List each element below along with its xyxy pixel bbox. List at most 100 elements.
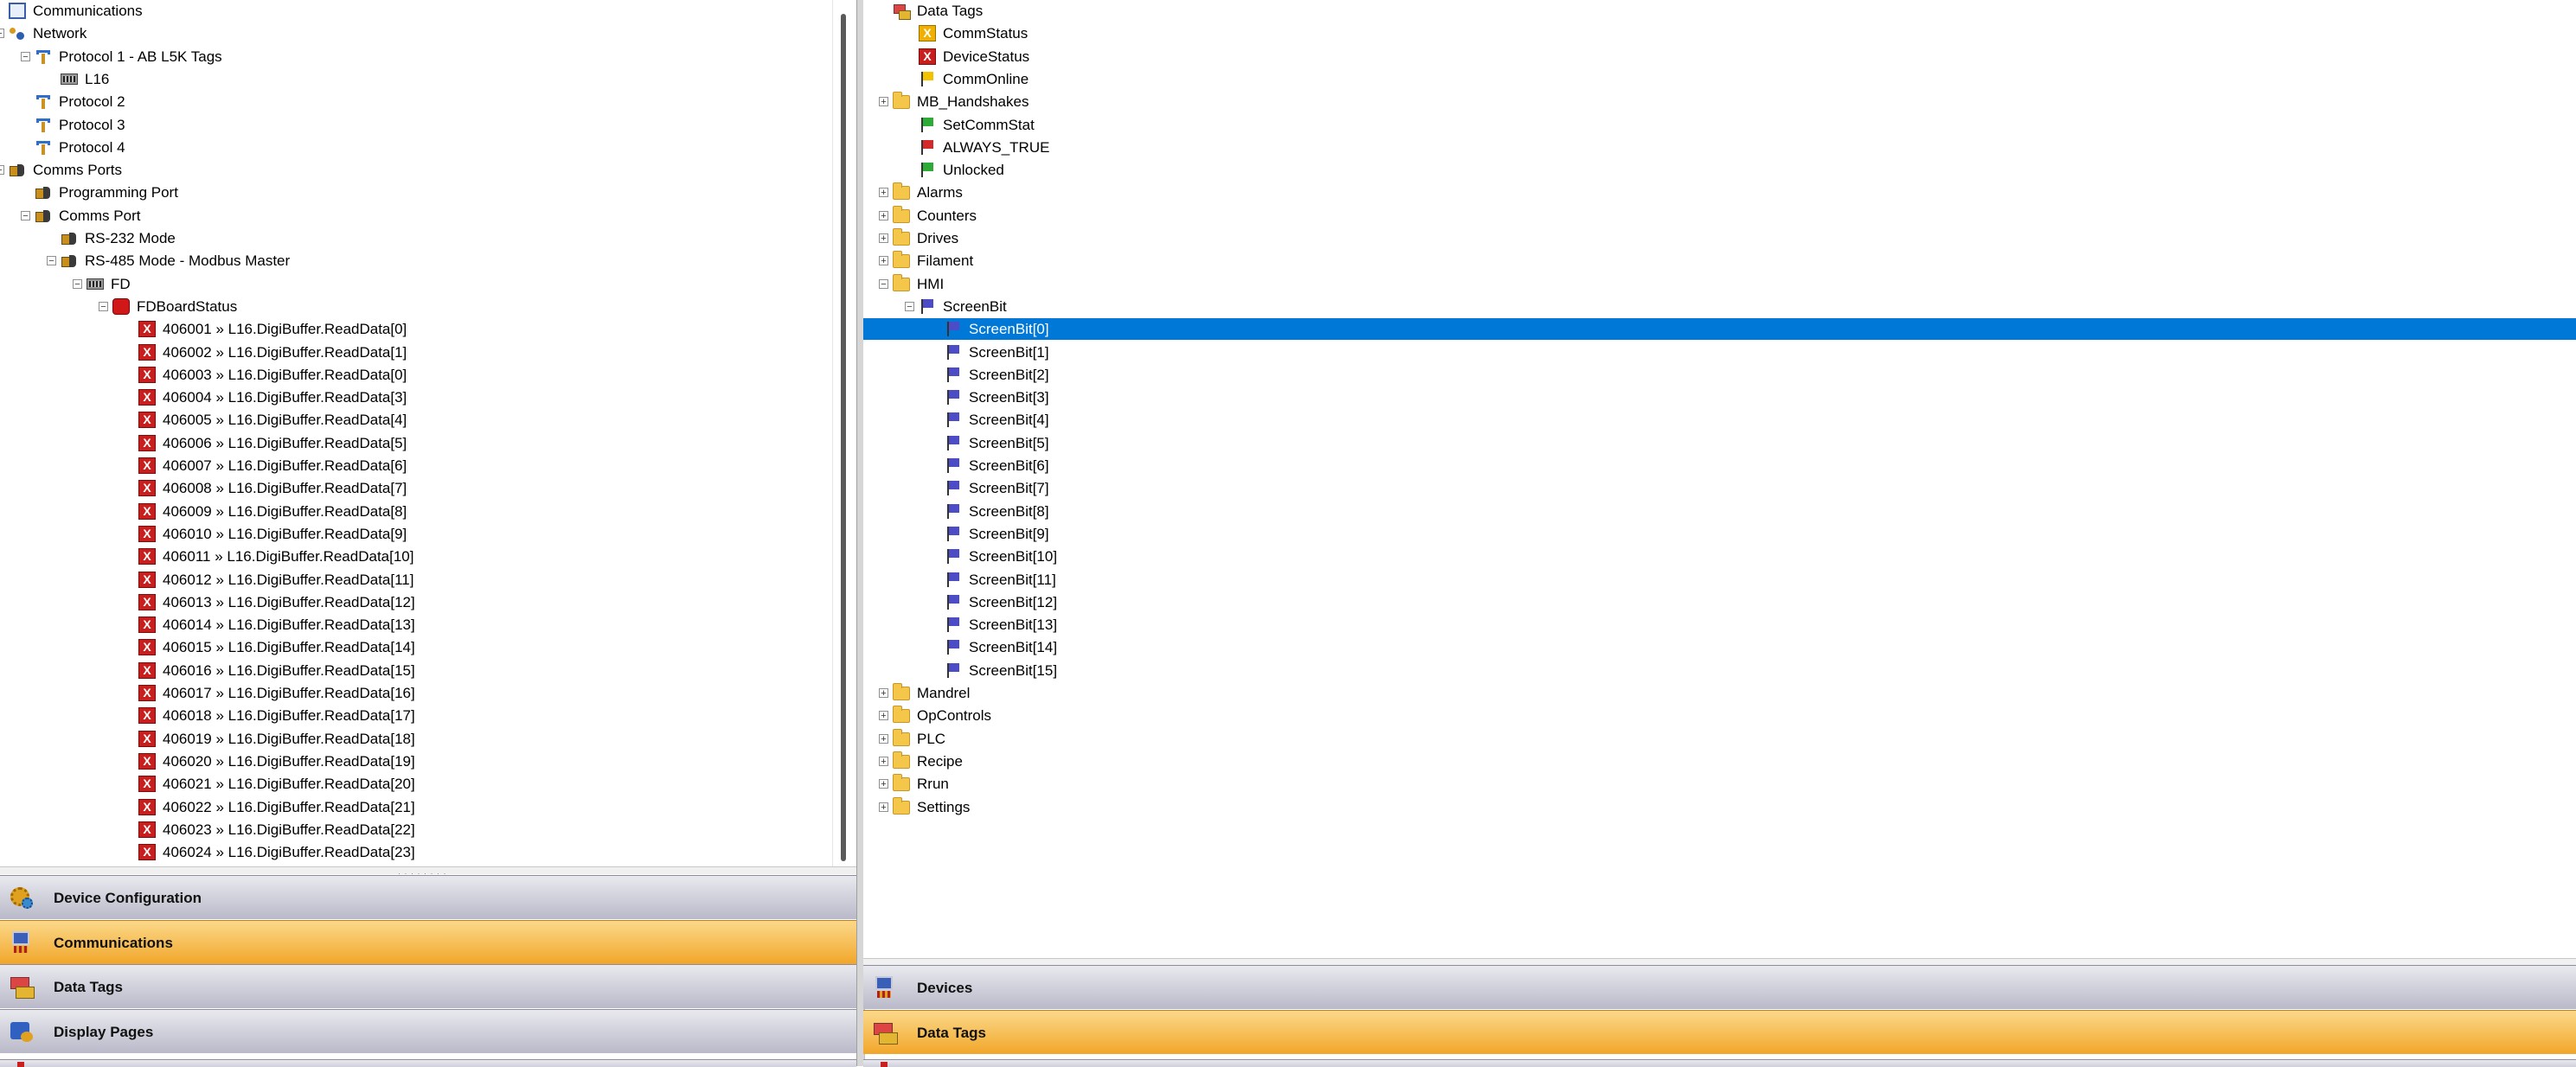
collapse-toggle[interactable]: − — [73, 278, 82, 289]
tree-node[interactable]: + Recipe — [863, 751, 2576, 772]
tree-node[interactable]: X 406003 » L16.DigiBuffer.ReadData[0] — [0, 364, 856, 386]
tree-node[interactable]: X 406021 » L16.DigiBuffer.ReadData[20] — [0, 773, 856, 795]
tree-node[interactable]: + Alarms — [863, 182, 2576, 203]
tree-node[interactable]: ALWAYS_TRUE — [863, 137, 2576, 158]
tree-node[interactable]: + Counters — [863, 205, 2576, 227]
tree-node[interactable]: − Comms Port — [0, 205, 856, 227]
tree-node[interactable]: − Protocol 1 - AB L5K Tags — [0, 46, 856, 67]
tree-node[interactable]: X 406010 » L16.DigiBuffer.ReadData[9] — [0, 523, 856, 545]
tree-node[interactable]: X 406014 » L16.DigiBuffer.ReadData[13] — [0, 614, 856, 636]
tree-node[interactable]: − FD — [0, 273, 856, 295]
tree-node[interactable]: L16 — [0, 68, 856, 90]
tree-node[interactable]: Protocol 4 — [0, 137, 856, 158]
tree-node[interactable]: − RS-485 Mode - Modbus Master — [0, 250, 856, 272]
collapse-toggle[interactable]: − — [21, 210, 30, 220]
tree-node[interactable]: ScreenBit[3] — [863, 387, 2576, 408]
tree-node[interactable]: X 406016 » L16.DigiBuffer.ReadData[15] — [0, 660, 856, 681]
tree-node[interactable]: X 406020 » L16.DigiBuffer.ReadData[19] — [0, 751, 856, 772]
tree-node[interactable]: + MB_Handshakes — [863, 91, 2576, 112]
tree-node[interactable]: ScreenBit[7] — [863, 477, 2576, 499]
tree-node[interactable]: − FDBoardStatus — [0, 296, 856, 317]
tree-node[interactable]: + Mandrel — [863, 682, 2576, 704]
collapse-toggle[interactable]: − — [47, 256, 56, 266]
tree-node[interactable]: ScreenBit[4] — [863, 409, 2576, 431]
collapse-toggle[interactable]: − — [0, 29, 4, 39]
communications-tree[interactable]: Communications−Network−Protocol 1 - AB L… — [0, 0, 856, 866]
tree-node[interactable]: + Settings — [863, 796, 2576, 818]
expand-toggle[interactable]: + — [879, 188, 888, 198]
tree-node[interactable]: X DeviceStatus — [863, 46, 2576, 67]
left-pane-splitter[interactable]: · · · · · · · · — [0, 866, 856, 878]
nav-item[interactable]: Data Tags — [863, 1009, 2576, 1054]
tree-node[interactable]: Programming Port — [0, 182, 856, 203]
tree-node[interactable]: + PLC — [863, 728, 2576, 750]
tree-node[interactable]: X 406011 » L16.DigiBuffer.ReadData[10] — [0, 546, 856, 567]
expand-toggle[interactable]: + — [879, 210, 888, 220]
tree-node[interactable]: CommOnline — [863, 68, 2576, 90]
tree-node[interactable]: Unlocked — [863, 159, 2576, 181]
expand-toggle[interactable]: + — [879, 733, 888, 744]
expand-toggle[interactable]: + — [879, 756, 888, 766]
tree-node[interactable]: ScreenBit[15] — [863, 660, 2576, 681]
tree-node[interactable]: ScreenBit[14] — [863, 636, 2576, 658]
scrollbar-thumb[interactable] — [841, 14, 846, 861]
expand-toggle[interactable]: + — [879, 802, 888, 812]
tree-node[interactable]: X 406008 » L16.DigiBuffer.ReadData[7] — [0, 477, 856, 499]
tree-node[interactable]: + Filament — [863, 250, 2576, 272]
nav-item[interactable]: Device Configuration — [0, 875, 856, 919]
tree-node[interactable]: X 406002 » L16.DigiBuffer.ReadData[1] — [0, 342, 856, 363]
collapse-toggle[interactable]: − — [99, 301, 108, 311]
tree-node[interactable]: RS-232 Mode — [0, 227, 856, 249]
tree-node[interactable]: X 406013 » L16.DigiBuffer.ReadData[12] — [0, 591, 856, 613]
tree-node[interactable]: X 406001 » L16.DigiBuffer.ReadData[0] — [0, 318, 856, 340]
tree-node[interactable]: X 406023 » L16.DigiBuffer.ReadData[22] — [0, 819, 856, 840]
tree-node[interactable]: X 406012 » L16.DigiBuffer.ReadData[11] — [0, 569, 856, 591]
tree-node[interactable]: ScreenBit[10] — [863, 546, 2576, 567]
tree-node[interactable]: ScreenBit[9] — [863, 523, 2576, 545]
tree-node[interactable]: X 406019 » L16.DigiBuffer.ReadData[18] — [0, 728, 856, 750]
expand-toggle[interactable]: + — [879, 779, 888, 789]
expand-toggle[interactable]: + — [879, 97, 888, 107]
tree-node[interactable]: + OpControls — [863, 705, 2576, 726]
left-tree-scrollbar[interactable] — [832, 0, 857, 866]
tree-node[interactable]: ScreenBit[13] — [863, 614, 2576, 636]
tree-node[interactable]: ScreenBit[8] — [863, 501, 2576, 522]
tree-node[interactable]: X 406022 » L16.DigiBuffer.ReadData[21] — [0, 796, 856, 818]
collapse-toggle[interactable]: − — [905, 301, 914, 311]
tree-node[interactable]: − Network — [0, 22, 856, 44]
tree-node[interactable]: Data Tags — [863, 0, 2576, 22]
tree-node[interactable]: X 406009 » L16.DigiBuffer.ReadData[8] — [0, 501, 856, 522]
tree-node[interactable]: − ScreenBit — [863, 296, 2576, 317]
nav-item[interactable]: Data Tags — [0, 964, 856, 1008]
nav-item[interactable]: Devices — [863, 965, 2576, 1009]
tree-node[interactable]: + Rrun — [863, 773, 2576, 795]
tree-node[interactable]: X 406007 » L16.DigiBuffer.ReadData[6] — [0, 455, 856, 476]
tree-node[interactable]: − HMI — [863, 273, 2576, 295]
tree-node[interactable]: ScreenBit[6] — [863, 455, 2576, 476]
collapse-toggle[interactable]: − — [0, 165, 4, 176]
tree-node[interactable]: + Drives — [863, 227, 2576, 249]
tree-node[interactable]: X 406005 » L16.DigiBuffer.ReadData[4] — [0, 409, 856, 431]
tree-node[interactable]: ScreenBit[12] — [863, 591, 2576, 613]
tree-node[interactable]: X 406015 » L16.DigiBuffer.ReadData[14] — [0, 636, 856, 658]
tree-node[interactable]: ScreenBit[11] — [863, 569, 2576, 591]
tree-node[interactable]: ScreenBit[2] — [863, 364, 2576, 386]
collapse-toggle[interactable]: − — [879, 278, 888, 289]
tree-node[interactable]: Communications — [0, 0, 856, 22]
tree-node[interactable]: Protocol 3 — [0, 114, 856, 136]
tree-node[interactable]: ScreenBit[5] — [863, 432, 2576, 454]
nav-item[interactable]: Communications — [0, 919, 856, 964]
tree-node[interactable]: X CommStatus — [863, 22, 2576, 44]
collapse-toggle[interactable]: − — [21, 51, 30, 61]
tree-node[interactable]: SetCommStat — [863, 114, 2576, 136]
nav-item[interactable]: Display Pages — [0, 1008, 856, 1053]
expand-toggle[interactable]: + — [879, 233, 888, 244]
tree-node[interactable]: ScreenBit[0] — [863, 318, 2576, 341]
tree-node[interactable]: X 406018 » L16.DigiBuffer.ReadData[17] — [0, 705, 856, 726]
expand-toggle[interactable]: + — [879, 256, 888, 266]
expand-toggle[interactable]: + — [879, 711, 888, 721]
tree-node[interactable]: − Comms Ports — [0, 159, 856, 181]
tree-node[interactable]: X 406017 » L16.DigiBuffer.ReadData[16] — [0, 682, 856, 704]
tree-node[interactable]: Protocol 2 — [0, 91, 856, 112]
tree-node[interactable]: ScreenBit[1] — [863, 342, 2576, 363]
